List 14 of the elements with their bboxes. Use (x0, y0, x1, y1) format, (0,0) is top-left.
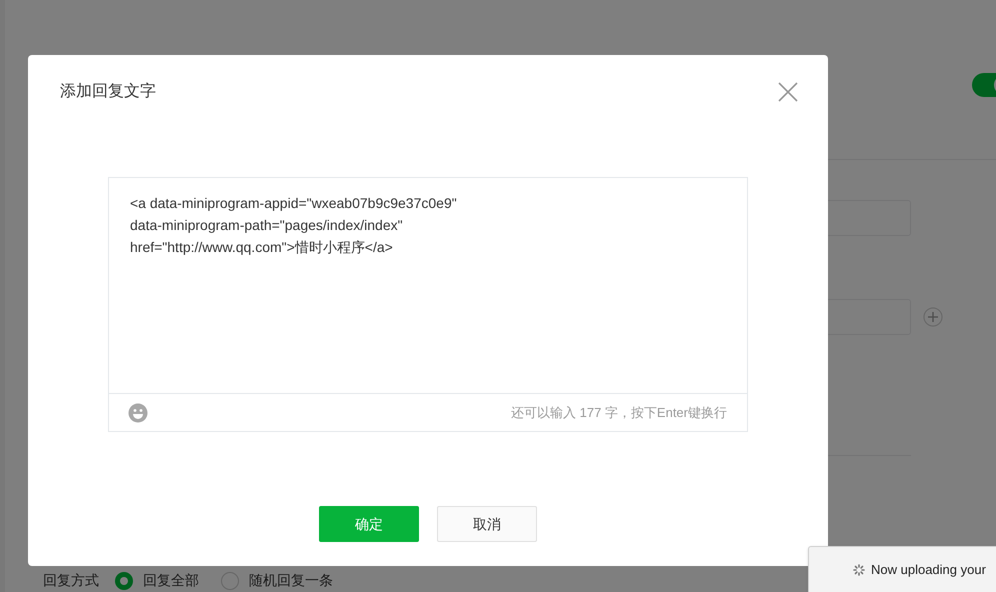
radio-label: 回复全部 (143, 571, 199, 590)
text-input[interactable]: <a data-miniprogram-appid="wxeab07b9c9e37c0e9" data-miniprogram-path="pages/index/index" href="http://www.qq.com">惜时小程序</a> (109, 178, 747, 393)
spinner-icon (853, 564, 865, 576)
field-label: 回复方式 (43, 571, 99, 590)
radio-label: 随机回复一条 (249, 571, 333, 590)
cancel-button[interactable]: 取消 (437, 506, 537, 542)
radio-button[interactable] (221, 572, 239, 590)
dialog-title: 添加回复文字 (60, 82, 156, 102)
toast-message: Now uploading your (871, 560, 986, 579)
close-icon[interactable] (778, 82, 798, 102)
add-icon[interactable] (923, 307, 943, 327)
emoji-icon[interactable] (128, 402, 148, 422)
radio-button[interactable] (115, 572, 133, 590)
character-counter: 还可以输入 177 字，按下Enter键换行 (511, 404, 727, 422)
